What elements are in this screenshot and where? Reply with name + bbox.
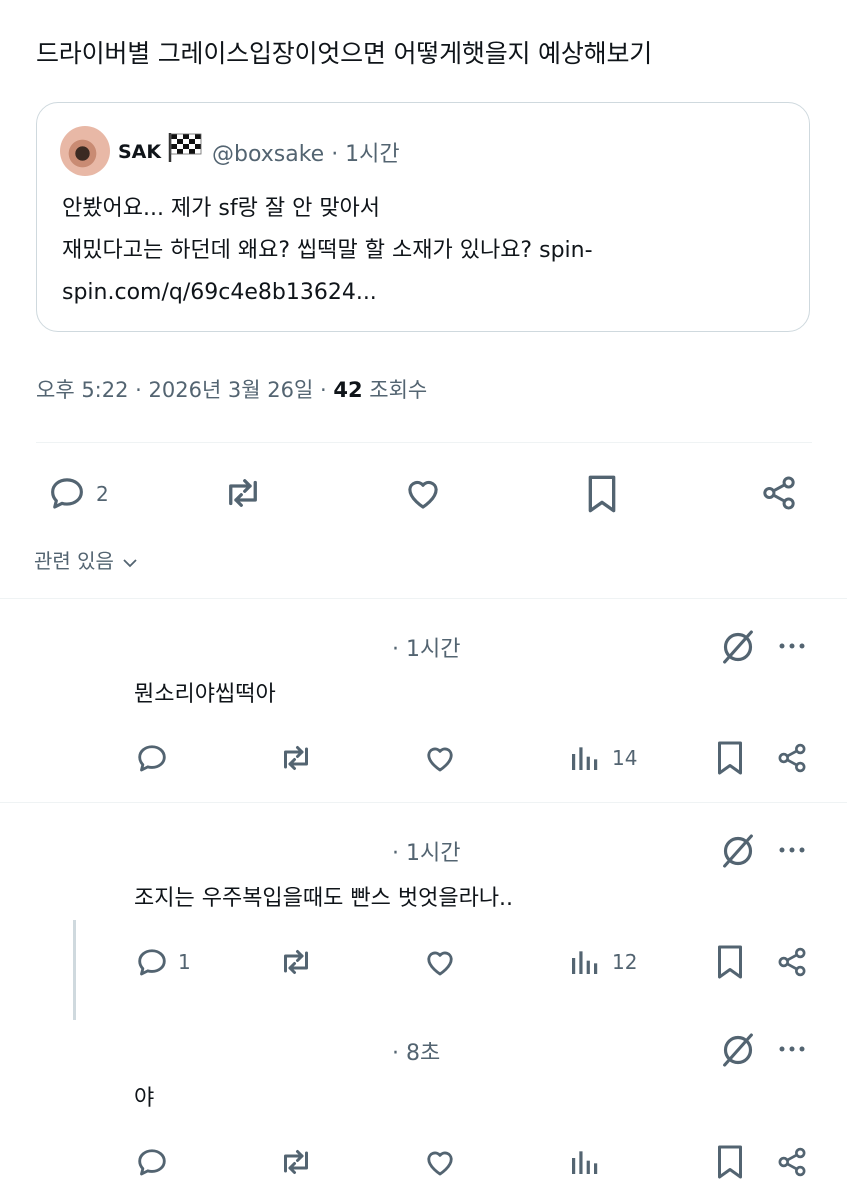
- thread-connector-line: [73, 920, 76, 1020]
- reply-text: 조지는 우주복입을때도 빤스 벗엇을라나..: [134, 886, 514, 911]
- reply-timestamp[interactable]: · 1시간: [392, 835, 460, 867]
- view-count-label: 조회수: [362, 378, 428, 402]
- like-icon[interactable]: [402, 472, 444, 514]
- reply-count: 2: [96, 482, 109, 506]
- repost-icon[interactable]: [220, 472, 266, 514]
- checkered-flag-icon: [166, 131, 202, 163]
- quoted-line: spin.com/q/69c4e8b13624...: [62, 280, 377, 305]
- hide-reply-icon[interactable]: [718, 1030, 758, 1070]
- reply-text: 야: [134, 1086, 155, 1111]
- views-icon[interactable]: [568, 1146, 600, 1178]
- more-options-icon[interactable]: [776, 838, 810, 862]
- reply-text: 뭔소리야씹떡아: [134, 682, 276, 707]
- quoted-author-name[interactable]: SAK: [118, 141, 161, 163]
- views-count: 14: [612, 746, 638, 770]
- divider: [36, 442, 812, 443]
- quoted-line: 재밌다고는 하던데 왜요? 씹떡말 할 소재가 있나요? spin-: [62, 238, 593, 263]
- post-meta: 오후 5:22 · 2026년 3월 26일 · 42 조회수: [36, 374, 427, 404]
- hide-reply-icon[interactable]: [718, 627, 758, 667]
- like-icon[interactable]: [422, 1144, 458, 1180]
- bookmark-icon[interactable]: [712, 1142, 748, 1182]
- hide-reply-icon[interactable]: [718, 831, 758, 871]
- reply-icon[interactable]: [134, 944, 170, 980]
- bookmark-icon[interactable]: [712, 942, 748, 982]
- divider: [0, 598, 847, 599]
- reply-timestamp[interactable]: · 8초: [392, 1035, 440, 1067]
- reply-icon[interactable]: [134, 740, 170, 776]
- share-icon[interactable]: [758, 472, 800, 514]
- views-icon[interactable]: [568, 742, 600, 774]
- quoted-author-handle[interactable]: @boxsake · 1시간: [212, 136, 400, 168]
- related-filter-dropdown[interactable]: 관련 있음: [34, 545, 140, 574]
- like-icon[interactable]: [422, 944, 458, 980]
- more-options-icon[interactable]: [776, 1037, 810, 1061]
- reply-count: 1: [178, 950, 191, 974]
- post-text: 드라이버별 그레이스입장이엇으면 어떻게햇을지 예상해보기: [36, 39, 653, 68]
- repost-icon[interactable]: [276, 740, 316, 776]
- like-icon[interactable]: [422, 740, 458, 776]
- quoted-author-avatar[interactable]: [60, 126, 110, 176]
- repost-icon[interactable]: [276, 1144, 316, 1180]
- share-icon[interactable]: [774, 944, 810, 980]
- bookmark-icon[interactable]: [582, 472, 622, 516]
- bookmark-icon[interactable]: [712, 738, 748, 778]
- reply-timestamp[interactable]: · 1시간: [392, 631, 460, 663]
- divider: [0, 802, 847, 803]
- related-label: 관련 있음: [34, 549, 114, 573]
- quoted-line: 안봤어요... 제가 sf랑 잘 안 맞아서: [62, 196, 381, 221]
- view-count: 42: [333, 378, 363, 402]
- chevron-down-icon: [123, 558, 137, 567]
- quoted-post-text: 안봤어요... 제가 sf랑 잘 안 맞아서 재밌다고는 하던데 왜요? 씹떡말…: [62, 188, 792, 314]
- share-icon[interactable]: [774, 1144, 810, 1180]
- views-icon[interactable]: [568, 946, 600, 978]
- reply-icon[interactable]: [134, 1144, 170, 1180]
- repost-icon[interactable]: [276, 944, 316, 980]
- more-options-icon[interactable]: [776, 634, 810, 658]
- post-timestamp[interactable]: 오후 5:22 · 2026년 3월 26일 ·: [36, 378, 333, 402]
- share-icon[interactable]: [774, 740, 810, 776]
- views-count: 12: [612, 950, 638, 974]
- reply-icon[interactable]: [46, 472, 88, 514]
